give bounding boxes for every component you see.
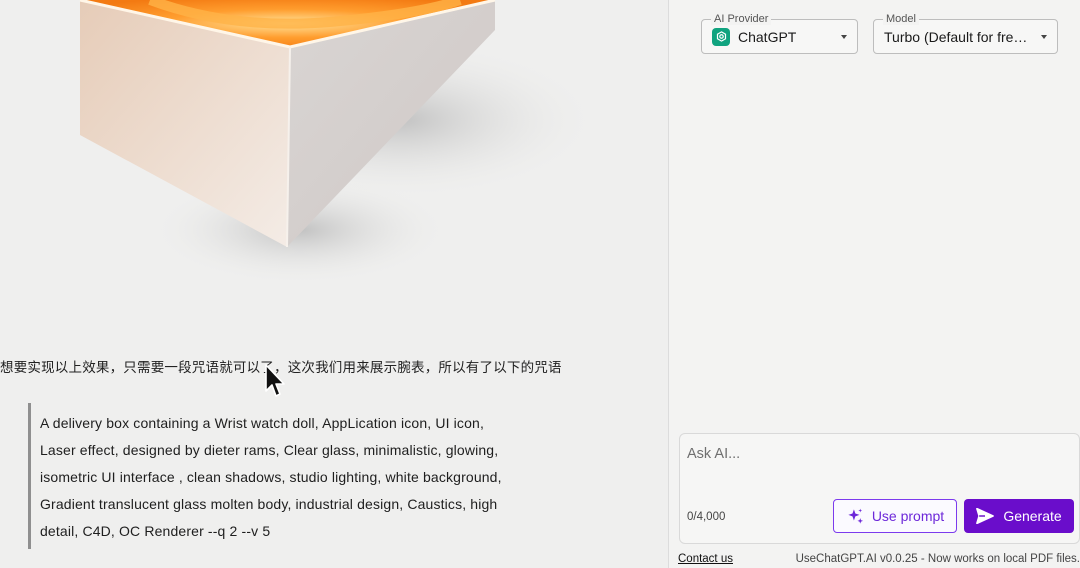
generate-label: Generate xyxy=(1003,508,1062,524)
generate-button[interactable]: Generate xyxy=(964,499,1074,533)
ask-ai-input[interactable] xyxy=(687,446,1067,462)
prompt-line: A delivery box containing a Wrist watch … xyxy=(40,415,484,431)
prompt-line: Gradient translucent glass molten body, … xyxy=(40,496,498,512)
sparkles-icon xyxy=(848,508,863,524)
mouse-pointer-icon xyxy=(265,364,285,397)
chatgpt-logo-icon xyxy=(712,27,730,46)
chevron-down-icon xyxy=(841,34,847,39)
contact-us-link[interactable]: Contact us xyxy=(678,553,733,565)
chevron-down-icon xyxy=(1041,34,1047,39)
character-counter: 0/4,000 xyxy=(687,511,726,523)
ai-sidebar-panel: AI Provider ChatGPT Model Turbo (Default… xyxy=(668,0,1080,568)
use-prompt-button[interactable]: Use prompt xyxy=(833,499,957,533)
model-value: Turbo (Default for free … xyxy=(884,28,1033,45)
prompt-quote: A delivery box containing a Wrist watch … xyxy=(28,403,568,549)
prompt-line: Laser effect, designed by dieter rams, C… xyxy=(40,442,499,458)
prompt-line: detail, C4D, OC Renderer --q 2 --v 5 xyxy=(40,523,271,539)
article-content: 想要实现以上效果，只需要一段咒语就可以了，这次我们用来展示腕表，所以有了以下的咒… xyxy=(0,0,668,568)
ask-ai-box: 0/4,000 Use prompt Generate xyxy=(679,433,1080,544)
panel-footer: Contact us UseChatGPT.AI v0.0.25 - Now w… xyxy=(678,553,1080,565)
ai-provider-legend: AI Provider xyxy=(711,13,772,25)
version-text: UseChatGPT.AI v0.0.25 - Now works on loc… xyxy=(795,553,1080,565)
model-legend: Model xyxy=(883,13,919,25)
use-prompt-label: Use prompt xyxy=(871,508,945,524)
send-icon xyxy=(976,508,995,524)
ai-provider-value: ChatGPT xyxy=(738,28,797,45)
ai-provider-select[interactable]: AI Provider ChatGPT xyxy=(701,13,858,54)
hero-image xyxy=(79,0,600,285)
model-select[interactable]: Model Turbo (Default for free … xyxy=(873,13,1058,54)
prompt-line: isometric UI interface , clean shadows, … xyxy=(40,469,502,485)
